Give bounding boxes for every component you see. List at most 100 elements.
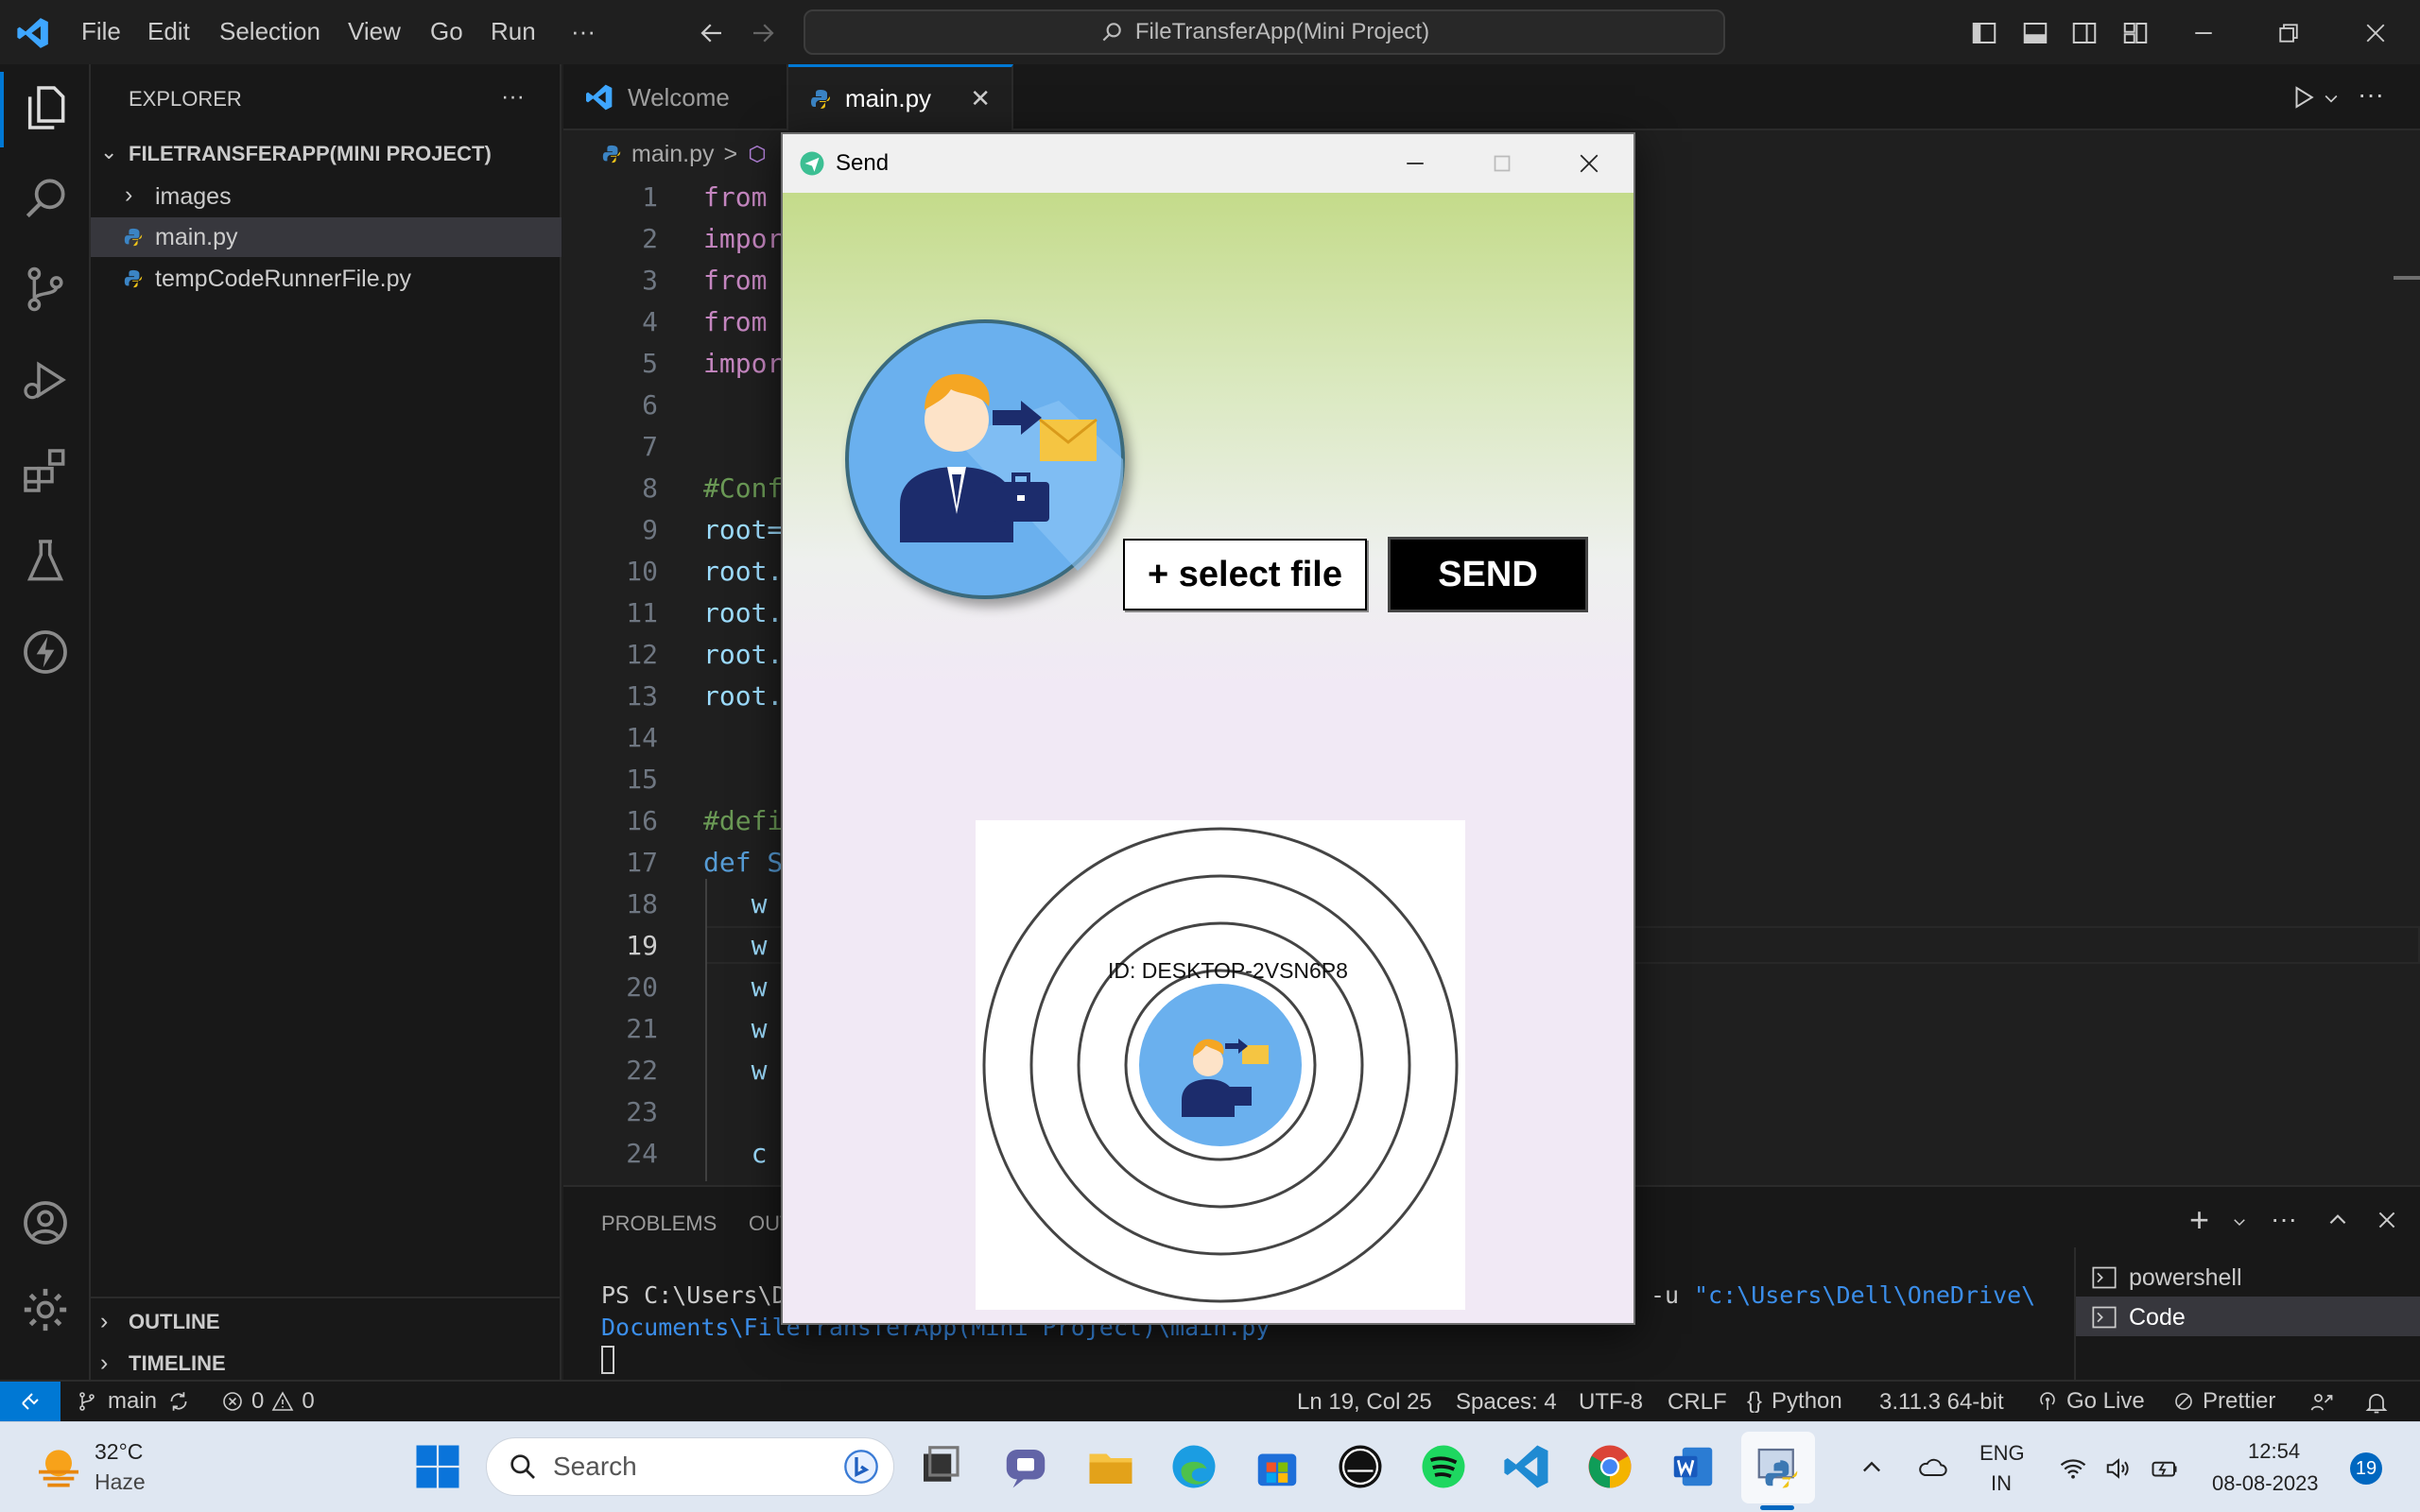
tab-main-py[interactable]: main.py ✕ — [788, 64, 1013, 130]
code-line[interactable]: root. — [703, 639, 783, 670]
command-center-search[interactable]: FileTransferApp(Mini Project) — [804, 9, 1725, 55]
gear-icon[interactable] — [19, 1283, 72, 1336]
code-line[interactable]: c — [703, 1138, 768, 1169]
toggle-primary-sidebar-icon[interactable] — [1970, 19, 1998, 47]
vscode-taskbar-icon[interactable] — [1501, 1441, 1552, 1492]
scrollbar-thumb[interactable] — [2394, 276, 2420, 280]
maximize-icon[interactable] — [1488, 149, 1516, 178]
tree-item-main-py[interactable]: main.py — [91, 217, 562, 257]
explorer-more-button[interactable]: ··· — [501, 83, 525, 111]
extensions-icon[interactable] — [19, 444, 72, 497]
run-python-file-icon[interactable] — [2290, 83, 2318, 112]
cursor-position[interactable]: Ln 19, Col 25 — [1297, 1389, 1432, 1416]
editor-more-button[interactable]: ··· — [2358, 79, 2384, 110]
run-debug-icon[interactable] — [19, 353, 72, 406]
menu-more[interactable]: ··· — [571, 17, 596, 46]
restore-icon[interactable] — [2274, 19, 2303, 47]
menu-view[interactable]: View — [348, 17, 401, 46]
code-line[interactable]: w — [703, 971, 768, 1003]
file-explorer-icon[interactable] — [1085, 1441, 1136, 1492]
project-folder-row[interactable]: ⌄ FILETRANSFERAPP(MINI PROJECT) — [100, 138, 554, 172]
teams-chat-icon[interactable] — [1000, 1441, 1051, 1492]
explorer-icon[interactable] — [19, 81, 72, 134]
line-ending[interactable]: CRLF — [1668, 1389, 1727, 1416]
language-indicator-2[interactable]: IN — [1991, 1471, 2012, 1496]
bell-icon[interactable] — [2363, 1389, 2390, 1416]
back-arrow-icon[interactable] — [698, 19, 726, 47]
code-line[interactable]: impor — [703, 348, 783, 379]
python-interpreter[interactable]: 3.11.3 64-bit — [1879, 1389, 2004, 1416]
menu-go[interactable]: Go — [430, 17, 463, 46]
code-line[interactable]: from — [703, 265, 767, 296]
terminal-list-item-code[interactable]: Code — [2076, 1297, 2420, 1336]
testing-flask-icon[interactable] — [19, 535, 72, 588]
chevron-down-icon[interactable] — [2231, 1213, 2248, 1230]
menu-selection[interactable]: Selection — [219, 17, 320, 46]
volume-icon[interactable] — [2104, 1454, 2133, 1483]
spotify-icon[interactable] — [1418, 1441, 1469, 1492]
terminal-list-item-powershell[interactable]: powershell — [2076, 1257, 2420, 1295]
code-line[interactable]: #Conf — [703, 472, 783, 504]
code-line[interactable]: from — [703, 181, 767, 213]
weather-widget[interactable] — [32, 1441, 85, 1494]
go-live-button[interactable]: Go Live — [2036, 1382, 2145, 1421]
word-icon[interactable] — [1668, 1441, 1719, 1492]
close-icon[interactable] — [1575, 149, 1603, 178]
battery-icon[interactable] — [2150, 1454, 2180, 1483]
problems-indicator[interactable]: 0 0 — [221, 1382, 315, 1421]
menu-run[interactable]: Run — [491, 17, 536, 46]
task-view-icon[interactable] — [915, 1441, 966, 1492]
remote-indicator[interactable] — [0, 1382, 60, 1421]
accounts-icon[interactable] — [19, 1196, 72, 1249]
minimize-icon[interactable] — [2189, 19, 2218, 47]
tab-close-button[interactable]: ✕ — [970, 84, 991, 113]
source-control-icon[interactable] — [19, 263, 72, 316]
new-terminal-button[interactable]: + — [2189, 1200, 2209, 1240]
tab-welcome[interactable]: Welcome — [563, 64, 788, 130]
tree-item-tempcoderunnerfile-py[interactable]: tempCodeRunnerFile.py — [91, 259, 562, 299]
prettier-button[interactable]: Prettier — [2172, 1382, 2275, 1421]
chrome-icon[interactable] — [1584, 1441, 1635, 1492]
indentation[interactable]: Spaces: 4 — [1456, 1389, 1557, 1416]
edge-browser-icon[interactable] — [1168, 1441, 1219, 1492]
search-icon[interactable] — [19, 172, 72, 225]
maximize-panel-icon[interactable] — [2325, 1208, 2350, 1232]
windows-start-icon[interactable] — [412, 1441, 463, 1492]
toggle-secondary-sidebar-icon[interactable] — [2070, 19, 2099, 47]
dell-app-icon[interactable] — [1335, 1441, 1386, 1492]
close-icon[interactable] — [2361, 19, 2390, 47]
customize-layout-icon[interactable] — [2121, 19, 2150, 47]
code-line[interactable]: def S — [703, 847, 783, 878]
onedrive-cloud-icon[interactable] — [1915, 1452, 1949, 1483]
terminal-output[interactable]: PS C:\Users\D — [601, 1281, 786, 1309]
menu-edit[interactable]: Edit — [147, 17, 190, 46]
encoding[interactable]: UTF-8 — [1579, 1389, 1643, 1416]
toggle-panel-icon[interactable] — [2021, 19, 2049, 47]
thunder-client-icon[interactable] — [19, 626, 72, 679]
code-line[interactable]: root. — [703, 556, 783, 587]
code-line[interactable]: w — [703, 888, 768, 919]
code-line[interactable]: impor — [703, 223, 783, 254]
python-app-icon[interactable] — [1753, 1441, 1804, 1492]
code-line[interactable]: w — [703, 1013, 768, 1044]
branch-indicator[interactable]: main — [76, 1382, 191, 1421]
code-line[interactable]: from — [703, 306, 767, 337]
close-panel-icon[interactable] — [2375, 1208, 2399, 1232]
code-line[interactable]: #defi — [703, 805, 783, 836]
tree-item-images[interactable]: › images — [91, 178, 562, 215]
code-line[interactable]: root= — [703, 514, 783, 545]
language-indicator-1[interactable]: ENG — [1979, 1441, 2025, 1466]
chevron-down-icon[interactable] — [2322, 89, 2341, 108]
outline-section[interactable]: › OUTLINE — [91, 1304, 562, 1340]
wifi-icon[interactable] — [2059, 1454, 2087, 1483]
breadcrumb[interactable]: main.py > — [601, 138, 768, 170]
live-share-icon[interactable] — [2308, 1389, 2335, 1416]
select-file-button[interactable]: + select file — [1123, 539, 1367, 610]
timeline-section[interactable]: › TIMELINE — [91, 1346, 562, 1382]
notification-badge[interactable]: 19 — [2350, 1452, 2382, 1485]
forward-arrow-icon[interactable] — [749, 19, 777, 47]
panel-tab-problems[interactable]: PROBLEMS — [601, 1211, 717, 1236]
code-line[interactable]: w — [703, 1055, 768, 1086]
code-line[interactable]: root. — [703, 597, 783, 628]
minimize-icon[interactable] — [1401, 149, 1429, 178]
